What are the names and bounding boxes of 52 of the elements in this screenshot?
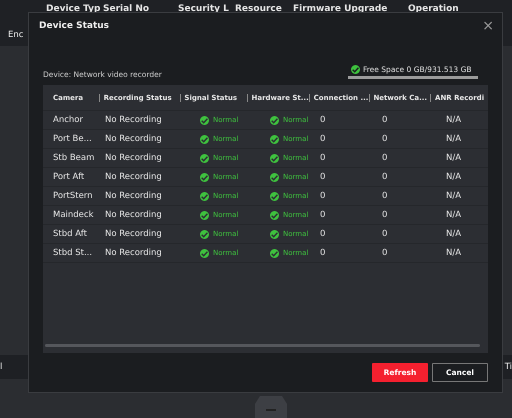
table-cell-text: 0: [381, 248, 388, 258]
table-cell-text: N/A: [445, 248, 462, 258]
table-cell-text: 0: [319, 115, 326, 125]
table-cell-text: N/A: [445, 191, 462, 201]
table-cell-text: Anchor: [52, 115, 84, 125]
table-cell-text: 0: [319, 248, 326, 258]
table-cell-text: 0: [381, 172, 388, 182]
table-cell-text: N/A: [445, 134, 462, 144]
close-button[interactable]: ×: [482, 19, 494, 33]
table-cell-text: 0: [319, 210, 326, 220]
table-cell-text: N/A: [445, 115, 462, 125]
table-cell-text: No Recording: [104, 210, 163, 220]
table-cell-text: 0: [381, 210, 388, 220]
table-cell-text: N/A: [445, 153, 462, 163]
table-cell-text: N/A: [445, 210, 462, 220]
table-cell: Ti: [504, 362, 512, 372]
table-cell-text: Port Be...: [52, 134, 93, 144]
table-cell-text: No Recording: [104, 115, 163, 125]
table-cell-text: No Recording: [104, 172, 163, 182]
column-header: Operation: [408, 4, 459, 14]
drawer-icon: [254, 396, 288, 418]
scrollbar[interactable]: [45, 344, 480, 347]
column-header: Security L: [178, 4, 229, 14]
table-cell-text: No Recording: [104, 248, 163, 258]
table-cell-text: No Recording: [104, 191, 163, 201]
table-cell-text: Stb Beam: [52, 153, 96, 163]
table-cell-text: No Recording: [104, 229, 163, 239]
table-cell-text: Stbd St...: [52, 248, 94, 258]
table-cell-text: No Recording: [104, 134, 163, 144]
table-cell: l: [0, 362, 2, 372]
table-cell-text: 0: [319, 229, 326, 239]
table-cell-text: 0: [319, 134, 326, 144]
table-cell-text: 0: [319, 172, 326, 182]
table-cell-text: 0: [381, 115, 388, 125]
table-cell-text: No Recording: [104, 153, 163, 163]
table-cell-text: 0: [381, 134, 388, 144]
column-header: Resource: [235, 4, 282, 14]
table-cell-text: N/A: [445, 229, 462, 239]
table-cell-text: 0: [381, 153, 388, 163]
column-header: Serial No: [103, 4, 150, 14]
table-cell-text: N/A: [445, 172, 462, 182]
table-cell: Enc: [8, 30, 24, 40]
table-cell-text: 0: [319, 153, 326, 163]
table-cell-text: Stbd Aft: [52, 229, 88, 239]
table-cell-text: PortStern: [52, 191, 94, 201]
table-cell-text: 0: [381, 191, 388, 201]
table-cell-text: 0: [381, 229, 388, 239]
column-header: Firmware Upgrade: [293, 4, 388, 14]
table-cell-text: Maindeck: [52, 210, 95, 220]
dialog-title: Device Status: [39, 21, 110, 31]
table-cell-text: Port Aft: [52, 172, 86, 182]
table-cell-text: 0: [319, 191, 326, 201]
